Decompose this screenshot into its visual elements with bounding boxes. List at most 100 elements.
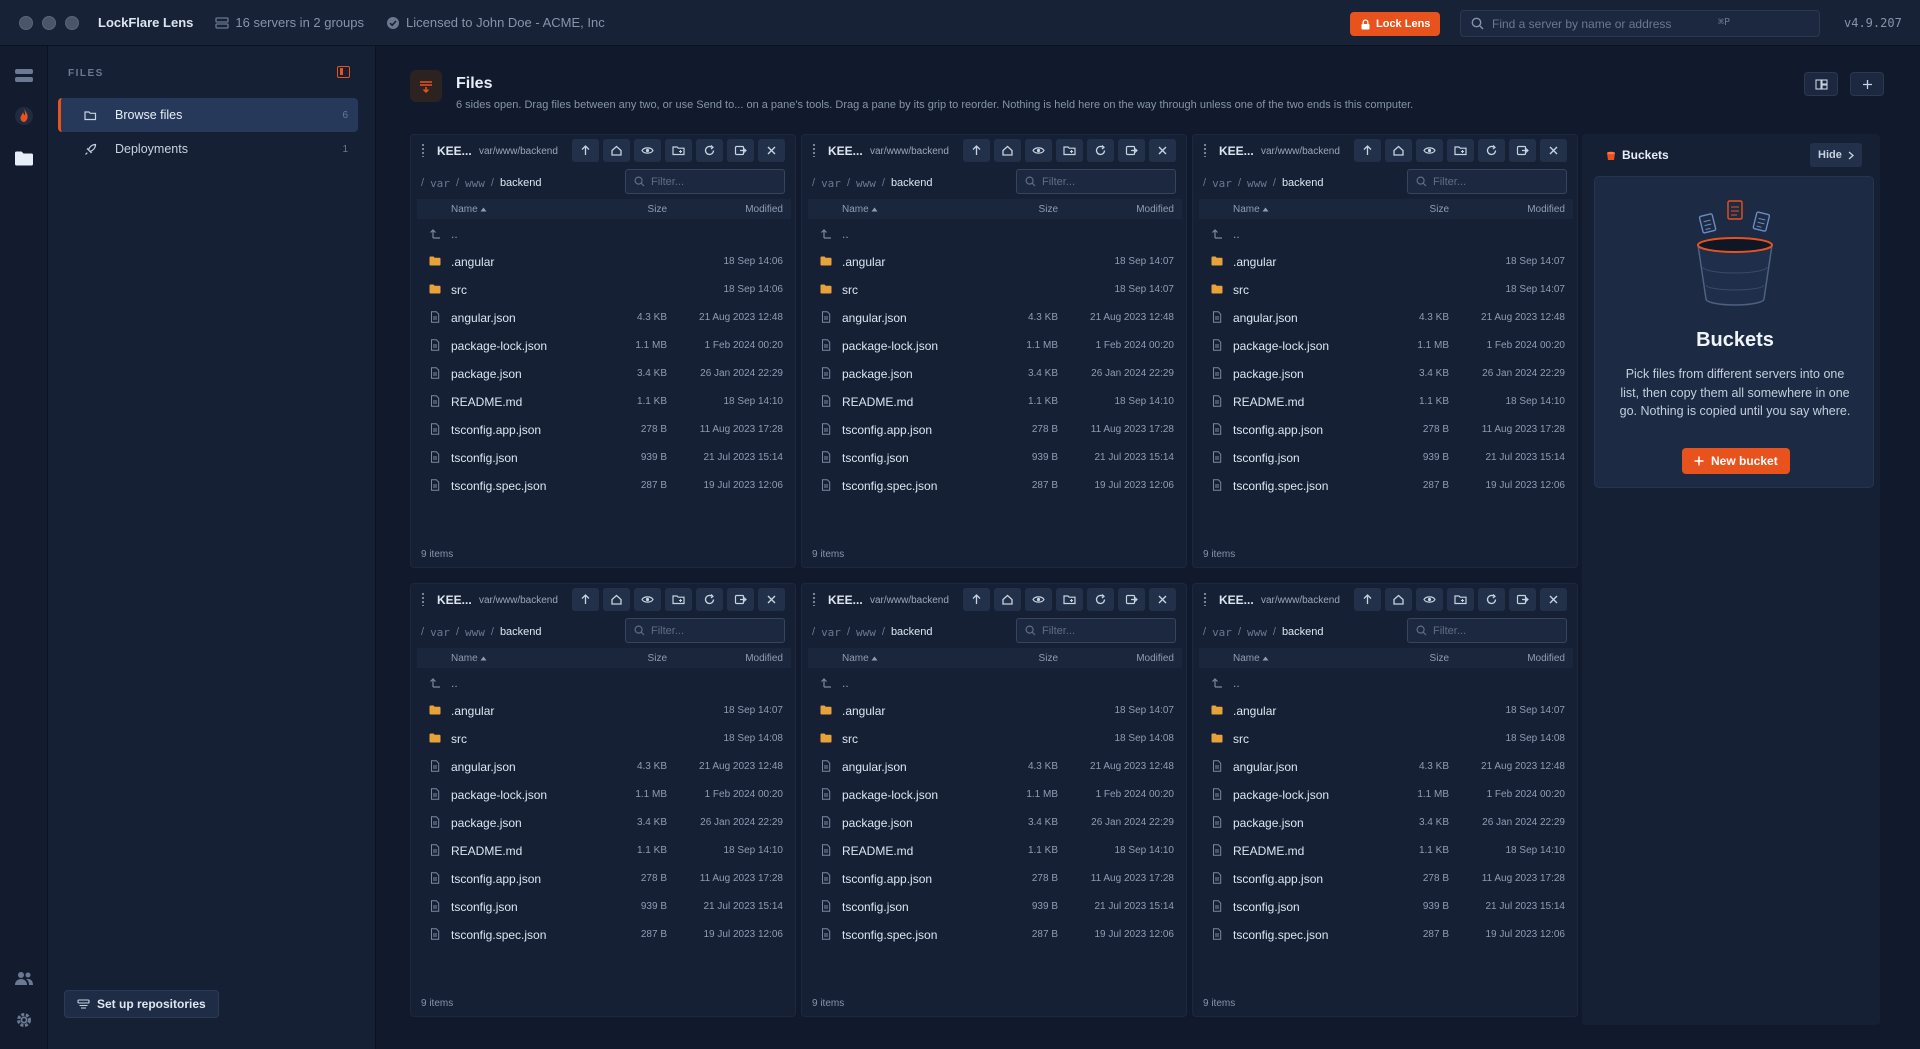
pane-server-name[interactable]: KEE... <box>437 593 472 607</box>
parent-directory-row[interactable]: .. <box>808 668 1182 696</box>
pane-tool-arrow-up[interactable] <box>572 139 599 162</box>
pane-tool-arrow-up[interactable] <box>1354 139 1381 162</box>
pane-filter[interactable] <box>1407 169 1567 194</box>
file-row[interactable]: package.json 3.4 KB 26 Jan 2024 22:29 <box>808 808 1182 836</box>
pane-tool-home[interactable] <box>603 588 630 611</box>
pane-filter-input[interactable] <box>1433 624 1553 637</box>
pane-filter-input[interactable] <box>651 624 771 637</box>
users-nav-button[interactable] <box>12 966 36 990</box>
breadcrumb-segment[interactable]: www <box>1247 626 1267 639</box>
pane-tool-new-folder[interactable] <box>1447 588 1474 611</box>
column-header-name[interactable]: Name <box>1233 204 1269 215</box>
pane-grip-handle[interactable] <box>1203 592 1207 606</box>
sidebar-item-deployments[interactable]: Deployments 1 <box>58 132 358 166</box>
pane-tool-close[interactable] <box>758 588 785 611</box>
settings-nav-button[interactable] <box>12 1008 36 1032</box>
breadcrumb-segment[interactable]: www <box>465 177 485 190</box>
file-row[interactable]: angular.json 4.3 KB 21 Aug 2023 12:48 <box>808 303 1182 331</box>
file-row[interactable]: package.json 3.4 KB 26 Jan 2024 22:29 <box>417 808 791 836</box>
file-row[interactable]: package.json 3.4 KB 26 Jan 2024 22:29 <box>417 359 791 387</box>
pane-filter-input[interactable] <box>1042 175 1162 188</box>
pane-filter[interactable] <box>1016 618 1176 643</box>
breadcrumb-segment[interactable]: backend <box>1282 626 1324 639</box>
file-row[interactable]: package-lock.json 1.1 MB 1 Feb 2024 00:2… <box>417 780 791 808</box>
file-row[interactable]: tsconfig.json 939 B 21 Jul 2023 15:14 <box>808 443 1182 471</box>
column-header-name[interactable]: Name <box>842 653 878 664</box>
new-bucket-button[interactable]: New bucket <box>1682 448 1790 474</box>
breadcrumb-segment[interactable]: var <box>1212 626 1232 639</box>
file-row[interactable]: tsconfig.json 939 B 21 Jul 2023 15:14 <box>808 892 1182 920</box>
pane-tool-new-folder[interactable] <box>1056 588 1083 611</box>
file-row[interactable]: tsconfig.spec.json 287 B 19 Jul 2023 12:… <box>417 920 791 948</box>
pane-tool-home[interactable] <box>994 588 1021 611</box>
column-header-modified[interactable]: Modified <box>745 653 783 664</box>
column-header-size[interactable]: Size <box>1430 653 1449 664</box>
file-row[interactable]: package.json 3.4 KB 26 Jan 2024 22:29 <box>1199 808 1573 836</box>
pane-server-name[interactable]: KEE... <box>1219 593 1254 607</box>
column-header-modified[interactable]: Modified <box>1527 204 1565 215</box>
pane-tool-arrow-up[interactable] <box>572 588 599 611</box>
parent-directory-row[interactable]: .. <box>417 668 791 696</box>
pane-tool-eye[interactable] <box>634 139 661 162</box>
column-header-size[interactable]: Size <box>648 204 667 215</box>
setup-repositories-button[interactable]: Set up repositories <box>64 990 219 1018</box>
column-header-size[interactable]: Size <box>1039 653 1058 664</box>
collapse-sidebar-icon[interactable] <box>337 66 350 78</box>
file-row[interactable]: src 18 Sep 14:08 <box>417 724 791 752</box>
file-row[interactable]: .angular 18 Sep 14:07 <box>417 696 791 724</box>
file-row[interactable]: tsconfig.spec.json 287 B 19 Jul 2023 12:… <box>1199 471 1573 499</box>
file-row[interactable]: package-lock.json 1.1 MB 1 Feb 2024 00:2… <box>417 331 791 359</box>
column-header-modified[interactable]: Modified <box>1136 653 1174 664</box>
column-header-size[interactable]: Size <box>1430 204 1449 215</box>
file-row[interactable]: tsconfig.app.json 278 B 11 Aug 2023 17:2… <box>1199 415 1573 443</box>
file-row[interactable]: .angular 18 Sep 14:07 <box>808 247 1182 275</box>
breadcrumb-segment[interactable]: www <box>465 626 485 639</box>
breadcrumb-segment[interactable]: var <box>821 177 841 190</box>
file-row[interactable]: tsconfig.spec.json 287 B 19 Jul 2023 12:… <box>1199 920 1573 948</box>
file-row[interactable]: package.json 3.4 KB 26 Jan 2024 22:29 <box>1199 359 1573 387</box>
file-row[interactable]: angular.json 4.3 KB 21 Aug 2023 12:48 <box>417 303 791 331</box>
breadcrumb-segment[interactable]: backend <box>891 626 933 639</box>
breadcrumb-segment[interactable]: backend <box>500 626 542 639</box>
file-row[interactable]: .angular 18 Sep 14:07 <box>1199 247 1573 275</box>
pane-tool-arrow-up[interactable] <box>963 588 990 611</box>
file-row[interactable]: tsconfig.app.json 278 B 11 Aug 2023 17:2… <box>1199 864 1573 892</box>
file-row[interactable]: .angular 18 Sep 14:07 <box>808 696 1182 724</box>
breadcrumb-segment[interactable]: var <box>430 626 450 639</box>
pane-server-name[interactable]: KEE... <box>437 144 472 158</box>
pane-tool-home[interactable] <box>603 139 630 162</box>
file-row[interactable]: tsconfig.spec.json 287 B 19 Jul 2023 12:… <box>808 471 1182 499</box>
pane-tool-refresh[interactable] <box>1087 588 1114 611</box>
layout-toggle-button[interactable] <box>1804 72 1838 96</box>
pane-tool-refresh[interactable] <box>696 588 723 611</box>
lock-lens-button[interactable]: Lock Lens <box>1350 12 1441 36</box>
pane-tool-refresh[interactable] <box>1478 139 1505 162</box>
file-row[interactable]: package-lock.json 1.1 MB 1 Feb 2024 00:2… <box>808 331 1182 359</box>
pane-tool-send-to[interactable] <box>1118 588 1145 611</box>
file-row[interactable]: tsconfig.json 939 B 21 Jul 2023 15:14 <box>1199 443 1573 471</box>
file-row[interactable]: tsconfig.json 939 B 21 Jul 2023 15:14 <box>1199 892 1573 920</box>
breadcrumb-segment[interactable]: backend <box>1282 177 1324 190</box>
column-header-name[interactable]: Name <box>1233 653 1269 664</box>
lockflare-nav-button[interactable] <box>12 104 36 128</box>
pane-tool-send-to[interactable] <box>727 588 754 611</box>
file-row[interactable]: angular.json 4.3 KB 21 Aug 2023 12:48 <box>808 752 1182 780</box>
file-row[interactable]: angular.json 4.3 KB 21 Aug 2023 12:48 <box>417 752 791 780</box>
breadcrumb-segment[interactable]: var <box>1212 177 1232 190</box>
pane-tool-eye[interactable] <box>1025 588 1052 611</box>
file-row[interactable]: package-lock.json 1.1 MB 1 Feb 2024 00:2… <box>1199 331 1573 359</box>
file-row[interactable]: README.md 1.1 KB 18 Sep 14:10 <box>1199 387 1573 415</box>
column-header-size[interactable]: Size <box>648 653 667 664</box>
pane-tool-refresh[interactable] <box>1087 139 1114 162</box>
file-row[interactable]: tsconfig.app.json 278 B 11 Aug 2023 17:2… <box>808 415 1182 443</box>
breadcrumb-segment[interactable]: backend <box>500 177 542 190</box>
hide-buckets-button[interactable]: Hide <box>1810 143 1862 167</box>
pane-tool-arrow-up[interactable] <box>1354 588 1381 611</box>
file-row[interactable]: tsconfig.json 939 B 21 Jul 2023 15:14 <box>417 892 791 920</box>
pane-tool-send-to[interactable] <box>727 139 754 162</box>
pane-tool-refresh[interactable] <box>1478 588 1505 611</box>
pane-tool-eye[interactable] <box>1025 139 1052 162</box>
pane-tool-send-to[interactable] <box>1118 139 1145 162</box>
pane-filter-input[interactable] <box>651 175 771 188</box>
file-row[interactable]: src 18 Sep 14:08 <box>808 724 1182 752</box>
